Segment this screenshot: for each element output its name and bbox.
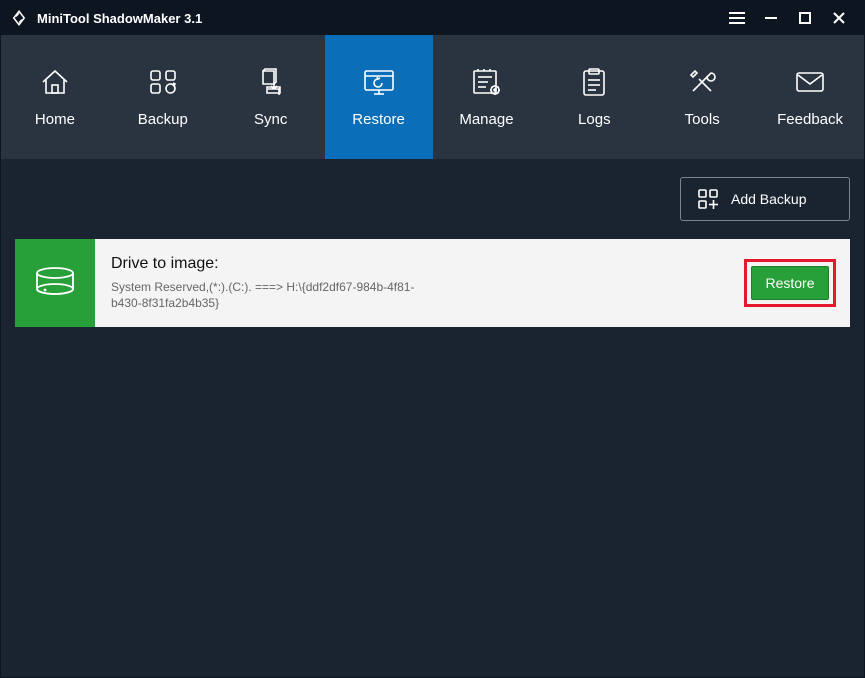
close-button[interactable] [822,1,856,35]
backup-icon [146,67,180,97]
task-action: Restore [744,239,850,327]
add-backup-label: Add Backup [731,191,807,207]
sync-icon [254,67,288,97]
manage-icon [469,67,503,97]
task-body: Drive to image: System Reserved,(*:).(C:… [95,239,744,327]
nav-item-tools[interactable]: Tools [648,35,756,159]
nav-label: Tools [685,111,720,128]
nav-item-feedback[interactable]: Feedback [756,35,864,159]
drive-icon [15,239,95,327]
nav-item-restore[interactable]: Restore [325,35,433,159]
nav-label: Backup [138,111,188,128]
app-logo-icon [9,8,29,28]
main-nav: Home Backup Sync Restore Manage [1,35,864,159]
app-title: MiniTool ShadowMaker 3.1 [37,11,202,26]
nav-label: Manage [459,111,513,128]
task-title: Drive to image: [111,255,728,273]
content-area: Add Backup Drive to image: System Reserv… [1,159,864,677]
restore-button[interactable]: Restore [751,266,829,300]
menu-button[interactable] [720,1,754,35]
add-backup-button[interactable]: Add Backup [680,177,850,221]
nav-item-home[interactable]: Home [1,35,109,159]
nav-label: Logs [578,111,611,128]
feedback-icon [793,67,827,97]
add-backup-icon [697,188,719,210]
logs-icon [577,67,611,97]
app-window: MiniTool ShadowMaker 3.1 Home Backup [0,0,865,678]
nav-item-logs[interactable]: Logs [540,35,648,159]
task-detail: System Reserved,(*:).(C:). ===> H:\{ddf2… [111,279,431,311]
titlebar: MiniTool ShadowMaker 3.1 [1,1,864,35]
minimize-button[interactable] [754,1,788,35]
restore-highlight: Restore [744,259,836,307]
home-icon [38,67,72,97]
restore-icon [362,67,396,97]
nav-label: Feedback [777,111,843,128]
backup-task-card: Drive to image: System Reserved,(*:).(C:… [15,239,850,327]
toolbar-row: Add Backup [15,159,850,239]
nav-item-manage[interactable]: Manage [433,35,541,159]
maximize-button[interactable] [788,1,822,35]
nav-label: Sync [254,111,287,128]
nav-item-backup[interactable]: Backup [109,35,217,159]
nav-label: Home [35,111,75,128]
tools-icon [685,67,719,97]
nav-label: Restore [352,111,405,128]
nav-item-sync[interactable]: Sync [217,35,325,159]
